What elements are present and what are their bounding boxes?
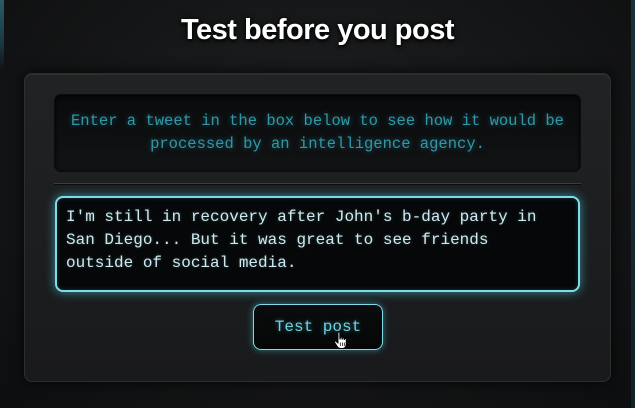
divider bbox=[54, 183, 581, 184]
instructions-text: Enter a tweet in the box below to see ho… bbox=[71, 112, 564, 153]
tweet-input[interactable]: I'm still in recovery after John's b-day… bbox=[55, 196, 580, 292]
page-title: Test before you post bbox=[180, 14, 455, 46]
hand-pointer-icon bbox=[333, 331, 347, 349]
right-edge-glow bbox=[631, 0, 635, 408]
test-post-button[interactable]: Test post bbox=[253, 304, 383, 350]
instructions-box: Enter a tweet in the box below to see ho… bbox=[54, 94, 581, 172]
